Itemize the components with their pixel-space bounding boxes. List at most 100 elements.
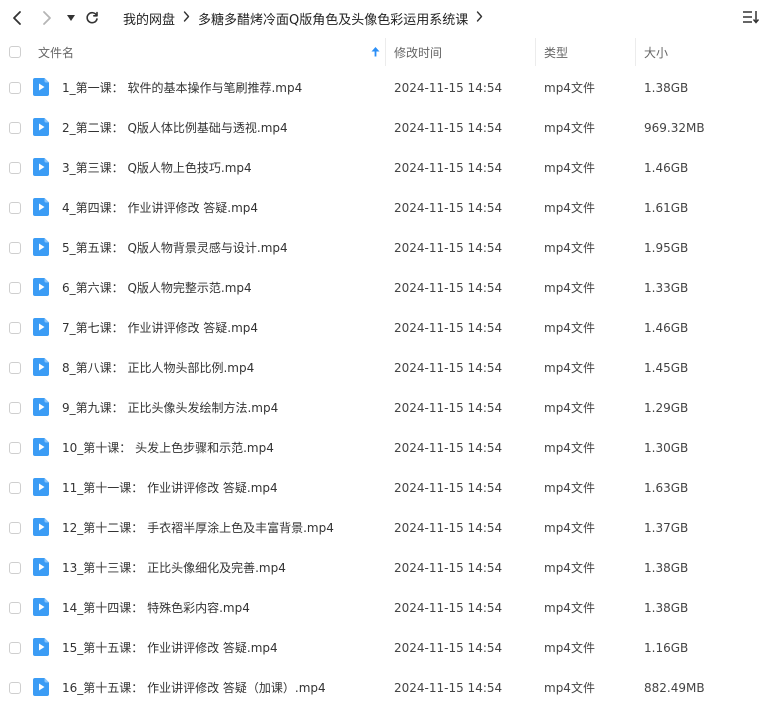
- row-checkbox[interactable]: [9, 522, 21, 534]
- file-name[interactable]: 9_第九课： 正比头像头发绘制方法.mp4: [62, 388, 278, 428]
- row-checkbox[interactable]: [9, 482, 21, 494]
- column-header-modified-label: 修改时间: [394, 45, 443, 60]
- row-checkbox[interactable]: [9, 402, 21, 414]
- file-name[interactable]: 13_第十三课： 正比头像细化及完善.mp4: [62, 548, 286, 588]
- column-header-modified[interactable]: 修改时间: [394, 36, 534, 68]
- file-type: mp4文件: [544, 601, 595, 615]
- row-checkbox[interactable]: [9, 602, 21, 614]
- video-file-icon: [33, 518, 49, 536]
- file-row[interactable]: 11_第十一课： 作业讲评修改 答疑.mp4 2024-11-15 14:54 …: [0, 468, 768, 508]
- file-row[interactable]: 3_第三课： Q版人物上色技巧.mp4 2024-11-15 14:54 mp4…: [0, 148, 768, 188]
- file-row[interactable]: 9_第九课： 正比头像头发绘制方法.mp4 2024-11-15 14:54 m…: [0, 388, 768, 428]
- file-size: 1.61GB: [644, 201, 689, 215]
- video-file-icon: [33, 358, 49, 376]
- file-size: 1.46GB: [644, 321, 689, 335]
- file-type: mp4文件: [544, 641, 595, 655]
- file-modified-time: 2024-11-15 14:54: [394, 641, 503, 655]
- file-row[interactable]: 4_第四课： 作业讲评修改 答疑.mp4 2024-11-15 14:54 mp…: [0, 188, 768, 228]
- file-type: mp4文件: [544, 521, 595, 535]
- file-row[interactable]: 1_第一课： 软件的基本操作与笔刷推荐.mp4 2024-11-15 14:54…: [0, 68, 768, 108]
- history-dropdown-button[interactable]: [64, 6, 78, 30]
- file-name[interactable]: 16_第十五课： 作业讲评修改 答疑（加课）.mp4: [62, 668, 326, 708]
- video-file-icon: [33, 478, 49, 496]
- column-divider[interactable]: [385, 38, 386, 66]
- file-size: 1.37GB: [644, 521, 689, 535]
- file-name[interactable]: 11_第十一课： 作业讲评修改 答疑.mp4: [62, 468, 278, 508]
- file-name[interactable]: 15_第十五课： 作业讲评修改 答疑.mp4: [62, 628, 278, 668]
- row-checkbox[interactable]: [9, 162, 21, 174]
- column-header-name[interactable]: 文件名: [38, 36, 384, 68]
- file-row[interactable]: 2_第二课： Q版人体比例基础与透视.mp4 2024-11-15 14:54 …: [0, 108, 768, 148]
- breadcrumb-item-root[interactable]: 我的网盘: [123, 9, 175, 28]
- row-checkbox[interactable]: [9, 682, 21, 694]
- file-name[interactable]: 8_第八课： 正比人物头部比例.mp4: [62, 348, 254, 388]
- arrow-up-icon: [371, 47, 380, 57]
- file-name[interactable]: 14_第十四课： 特殊色彩内容.mp4: [62, 588, 250, 628]
- column-header-size-label: 大小: [644, 45, 669, 60]
- file-row[interactable]: 5_第五课： Q版人物背景灵感与设计.mp4 2024-11-15 14:54 …: [0, 228, 768, 268]
- file-row[interactable]: 12_第十二课： 手衣褶半厚涂上色及丰富背景.mp4 2024-11-15 14…: [0, 508, 768, 548]
- chevron-left-icon: [13, 11, 21, 25]
- video-file-icon: [33, 158, 49, 176]
- column-header-size[interactable]: 大小: [644, 36, 754, 68]
- video-file-icon: [33, 638, 49, 656]
- file-row[interactable]: 14_第十四课： 特殊色彩内容.mp4 2024-11-15 14:54 mp4…: [0, 588, 768, 628]
- file-type: mp4文件: [544, 361, 595, 375]
- row-checkbox[interactable]: [9, 362, 21, 374]
- column-divider[interactable]: [535, 38, 536, 66]
- file-modified-time: 2024-11-15 14:54: [394, 81, 503, 95]
- row-checkbox[interactable]: [9, 642, 21, 654]
- file-type: mp4文件: [544, 401, 595, 415]
- file-row[interactable]: 6_第六课： Q版人物完整示范.mp4 2024-11-15 14:54 mp4…: [0, 268, 768, 308]
- file-modified-time: 2024-11-15 14:54: [394, 241, 503, 255]
- refresh-button[interactable]: [83, 6, 101, 30]
- row-checkbox[interactable]: [9, 442, 21, 454]
- file-row[interactable]: 10_第十课： 头发上色步骤和示范.mp4 2024-11-15 14:54 m…: [0, 428, 768, 468]
- file-name[interactable]: 10_第十课： 头发上色步骤和示范.mp4: [62, 428, 274, 468]
- row-checkbox[interactable]: [9, 242, 21, 254]
- row-checkbox[interactable]: [9, 202, 21, 214]
- file-name[interactable]: 1_第一课： 软件的基本操作与笔刷推荐.mp4: [62, 68, 302, 108]
- row-checkbox[interactable]: [9, 82, 21, 94]
- file-type: mp4文件: [544, 561, 595, 575]
- video-file-icon: [33, 118, 49, 136]
- row-checkbox[interactable]: [9, 562, 21, 574]
- breadcrumb-separator-icon[interactable]: [476, 11, 483, 25]
- column-divider[interactable]: [635, 38, 636, 66]
- file-name[interactable]: 5_第五课： Q版人物背景灵感与设计.mp4: [62, 228, 288, 268]
- column-header-type[interactable]: 类型: [544, 36, 634, 68]
- caret-down-icon: [67, 15, 75, 21]
- back-button[interactable]: [8, 6, 26, 30]
- file-name[interactable]: 2_第二课： Q版人体比例基础与透视.mp4: [62, 108, 288, 148]
- breadcrumb-item-current[interactable]: 多糖多醋烤冷面Q版角色及头像色彩运用系统课: [198, 9, 468, 28]
- sort-list-icon: [743, 11, 760, 24]
- file-name[interactable]: 12_第十二课： 手衣褶半厚涂上色及丰富背景.mp4: [62, 508, 334, 548]
- video-file-icon: [33, 318, 49, 336]
- forward-button[interactable]: [38, 6, 56, 30]
- file-row[interactable]: 13_第十三课： 正比头像细化及完善.mp4 2024-11-15 14:54 …: [0, 548, 768, 588]
- file-list: 1_第一课： 软件的基本操作与笔刷推荐.mp4 2024-11-15 14:54…: [0, 68, 768, 708]
- view-sort-button[interactable]: [742, 8, 760, 30]
- file-modified-time: 2024-11-15 14:54: [394, 481, 503, 495]
- file-row[interactable]: 8_第八课： 正比人物头部比例.mp4 2024-11-15 14:54 mp4…: [0, 348, 768, 388]
- select-all-checkbox[interactable]: [9, 46, 21, 58]
- file-row[interactable]: 7_第七课： 作业讲评修改 答疑.mp4 2024-11-15 14:54 mp…: [0, 308, 768, 348]
- file-modified-time: 2024-11-15 14:54: [394, 161, 503, 175]
- file-name[interactable]: 4_第四课： 作业讲评修改 答疑.mp4: [62, 188, 258, 228]
- refresh-icon: [86, 11, 98, 24]
- video-file-icon: [33, 278, 49, 296]
- file-name[interactable]: 3_第三课： Q版人物上色技巧.mp4: [62, 148, 252, 188]
- column-header-type-label: 类型: [544, 45, 569, 60]
- file-size: 882.49MB: [644, 681, 705, 695]
- row-checkbox[interactable]: [9, 122, 21, 134]
- row-checkbox[interactable]: [9, 322, 21, 334]
- file-row[interactable]: 16_第十五课： 作业讲评修改 答疑（加课）.mp4 2024-11-15 14…: [0, 668, 768, 708]
- file-name[interactable]: 7_第七课： 作业讲评修改 答疑.mp4: [62, 308, 258, 348]
- file-size: 1.38GB: [644, 601, 689, 615]
- file-name[interactable]: 6_第六课： Q版人物完整示范.mp4: [62, 268, 252, 308]
- row-checkbox[interactable]: [9, 282, 21, 294]
- file-type: mp4文件: [544, 241, 595, 255]
- video-file-icon: [33, 398, 49, 416]
- file-row[interactable]: 15_第十五课： 作业讲评修改 答疑.mp4 2024-11-15 14:54 …: [0, 628, 768, 668]
- chevron-right-icon: [43, 11, 51, 25]
